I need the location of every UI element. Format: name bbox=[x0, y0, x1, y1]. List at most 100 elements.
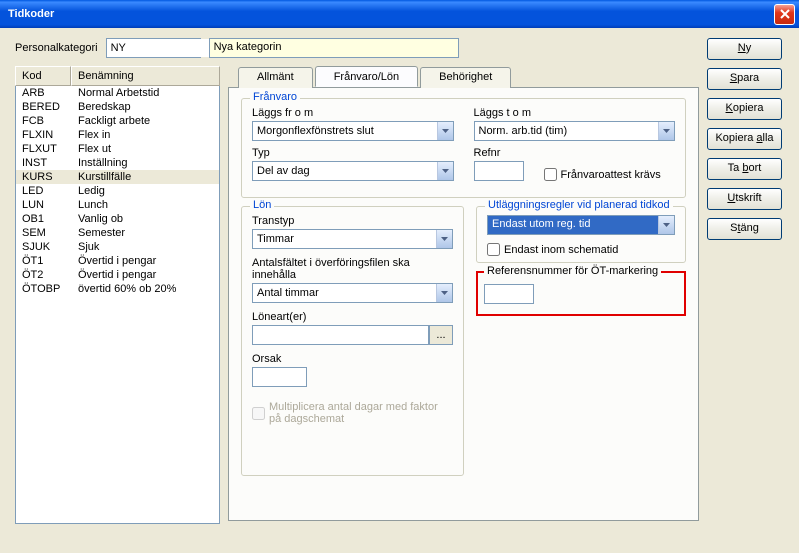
code-listbox[interactable]: ARBNormal ArbetstidBEREDBeredskapFCBFack… bbox=[15, 86, 220, 524]
cell-ben: Kurstillfälle bbox=[72, 170, 219, 184]
personal-kategori-combo[interactable] bbox=[106, 38, 201, 58]
cell-kod: LUN bbox=[16, 198, 72, 212]
chevron-down-icon[interactable] bbox=[437, 122, 453, 140]
antal-input[interactable] bbox=[253, 284, 436, 302]
list-row[interactable]: BEREDBeredskap bbox=[16, 100, 219, 114]
orsak-input[interactable] bbox=[252, 367, 307, 387]
list-row[interactable]: OB1Vanlig ob bbox=[16, 212, 219, 226]
cell-ben: Ledig bbox=[72, 184, 219, 198]
typ-input[interactable] bbox=[253, 162, 437, 180]
tabs: Allmänt Frånvaro/Lön Behörighet bbox=[228, 67, 699, 88]
cell-kod: FLXUT bbox=[16, 142, 72, 156]
transtyp-combo[interactable] bbox=[252, 229, 453, 249]
list-row[interactable]: LEDLedig bbox=[16, 184, 219, 198]
cell-ben: Sjuk bbox=[72, 240, 219, 254]
loneart-browse-button[interactable]: ... bbox=[429, 325, 453, 345]
tab-behorighet[interactable]: Behörighet bbox=[420, 67, 511, 88]
orsak-label: Orsak bbox=[252, 353, 453, 365]
tab-allmant[interactable]: Allmänt bbox=[238, 67, 313, 88]
list-row[interactable]: ÖTOBPövertid 60% ob 20% bbox=[16, 282, 219, 296]
personal-kategori-label: Personalkategori bbox=[15, 42, 98, 54]
tabort-button[interactable]: Ta bort bbox=[707, 158, 782, 180]
tab-body: Frånvaro Läggs fr o m Läggs t o m bbox=[228, 87, 699, 521]
list-row[interactable]: ÖT2Övertid i pengar bbox=[16, 268, 219, 282]
header-kod[interactable]: Kod bbox=[15, 66, 71, 86]
utskrift-button[interactable]: Utskrift bbox=[707, 188, 782, 210]
franvaroattest-checkbox[interactable] bbox=[544, 168, 557, 181]
antal-combo[interactable] bbox=[252, 283, 453, 303]
list-row[interactable]: FLXUTFlex ut bbox=[16, 142, 219, 156]
cell-kod: ÖTOBP bbox=[16, 282, 72, 296]
franvaro-group: Frånvaro Läggs fr o m Läggs t o m bbox=[241, 98, 686, 198]
laggs-from-input[interactable] bbox=[253, 122, 437, 140]
franvaro-group-title: Frånvaro bbox=[250, 91, 300, 103]
chevron-down-icon[interactable] bbox=[437, 162, 453, 180]
list-row[interactable]: INSTInställning bbox=[16, 156, 219, 170]
chevron-down-icon[interactable] bbox=[658, 122, 674, 140]
cell-kod: ÖT2 bbox=[16, 268, 72, 282]
laggs-from-combo[interactable] bbox=[252, 121, 454, 141]
cell-kod: ÖT1 bbox=[16, 254, 72, 268]
content: Personalkategori Nya kategorin Kod Benäm… bbox=[0, 28, 799, 534]
franvaroattest-label: Frånvaroattest krävs bbox=[561, 169, 661, 181]
utlaggning-combo[interactable]: Endast utom reg. tid bbox=[487, 215, 675, 235]
transtyp-label: Transtyp bbox=[252, 215, 453, 227]
cell-ben: övertid 60% ob 20% bbox=[72, 282, 219, 296]
typ-label: Typ bbox=[252, 147, 454, 159]
list-row[interactable]: FCBFackligt arbete bbox=[16, 114, 219, 128]
laggs-to-label: Läggs t o m bbox=[474, 107, 676, 119]
ny-rest: y bbox=[746, 42, 752, 54]
cell-ben: Övertid i pengar bbox=[72, 254, 219, 268]
cell-kod: OB1 bbox=[16, 212, 72, 226]
list-row[interactable]: FLXINFlex in bbox=[16, 128, 219, 142]
utlaggning-selected: Endast utom reg. tid bbox=[488, 216, 658, 234]
cell-kod: BERED bbox=[16, 100, 72, 114]
typ-combo[interactable] bbox=[252, 161, 454, 181]
list-row[interactable]: LUNLunch bbox=[16, 198, 219, 212]
tab-area: Allmänt Frånvaro/Lön Behörighet Frånvaro… bbox=[228, 66, 699, 524]
cell-kod: ARB bbox=[16, 86, 72, 100]
list-row[interactable]: SJUKSjuk bbox=[16, 240, 219, 254]
franvaroattest-check[interactable]: Frånvaroattest krävs bbox=[544, 168, 661, 181]
refot-title: Referensnummer för ÖT-markering bbox=[487, 265, 658, 277]
utlaggning-group-title: Utläggningsregler vid planerad tidkod bbox=[485, 199, 673, 211]
transtyp-input[interactable] bbox=[253, 230, 436, 248]
kategori-name-field[interactable]: Nya kategorin bbox=[209, 38, 459, 58]
close-button[interactable] bbox=[774, 4, 795, 25]
loneart-input[interactable] bbox=[252, 325, 429, 345]
laggs-to-input[interactable] bbox=[475, 122, 659, 140]
chevron-down-icon[interactable] bbox=[436, 230, 452, 248]
kopiera-button[interactable]: Kopiera bbox=[707, 98, 782, 120]
refnr-input[interactable] bbox=[474, 161, 524, 181]
chevron-down-icon[interactable] bbox=[658, 216, 674, 234]
kopiera-alla-button[interactable]: Kopiera alla bbox=[707, 128, 782, 150]
cell-ben: Fackligt arbete bbox=[72, 114, 219, 128]
ny-button[interactable]: Ny bbox=[707, 38, 782, 60]
multi-label: Multiplicera antal dagar med faktor på d… bbox=[269, 401, 453, 425]
laggs-to-combo[interactable] bbox=[474, 121, 676, 141]
header-benamning[interactable]: Benämning bbox=[71, 66, 220, 86]
multi-check-row: Multiplicera antal dagar med faktor på d… bbox=[252, 401, 453, 425]
schema-checkbox[interactable] bbox=[487, 243, 500, 256]
refnr-label: Refnr bbox=[474, 147, 524, 159]
list-row[interactable]: KURSKurstillfälle bbox=[16, 170, 219, 184]
list-row[interactable]: ÖT1Övertid i pengar bbox=[16, 254, 219, 268]
list-row[interactable]: SEMSemester bbox=[16, 226, 219, 240]
utlaggning-group: Utläggningsregler vid planerad tidkod En… bbox=[476, 206, 686, 263]
cell-kod: LED bbox=[16, 184, 72, 198]
cell-ben: Flex ut bbox=[72, 142, 219, 156]
refot-input[interactable] bbox=[484, 284, 534, 304]
cell-kod: FLXIN bbox=[16, 128, 72, 142]
chevron-down-icon[interactable] bbox=[436, 284, 452, 302]
loneart-label: Löneart(er) bbox=[252, 311, 453, 323]
lon-group: Lön Transtyp Antalsfältet i överföringsf… bbox=[241, 206, 464, 476]
cell-ben: Flex in bbox=[72, 128, 219, 142]
lon-group-title: Lön bbox=[250, 199, 274, 211]
cell-ben: Normal Arbetstid bbox=[72, 86, 219, 100]
spara-button[interactable]: Spara bbox=[707, 68, 782, 90]
tab-franvaro-lon[interactable]: Frånvaro/Lön bbox=[315, 66, 418, 87]
code-list-column: Kod Benämning ARBNormal ArbetstidBEREDBe… bbox=[15, 66, 220, 524]
list-row[interactable]: ARBNormal Arbetstid bbox=[16, 86, 219, 100]
schema-check-row[interactable]: Endast inom schematid bbox=[487, 243, 675, 256]
stang-button[interactable]: Stäng bbox=[707, 218, 782, 240]
